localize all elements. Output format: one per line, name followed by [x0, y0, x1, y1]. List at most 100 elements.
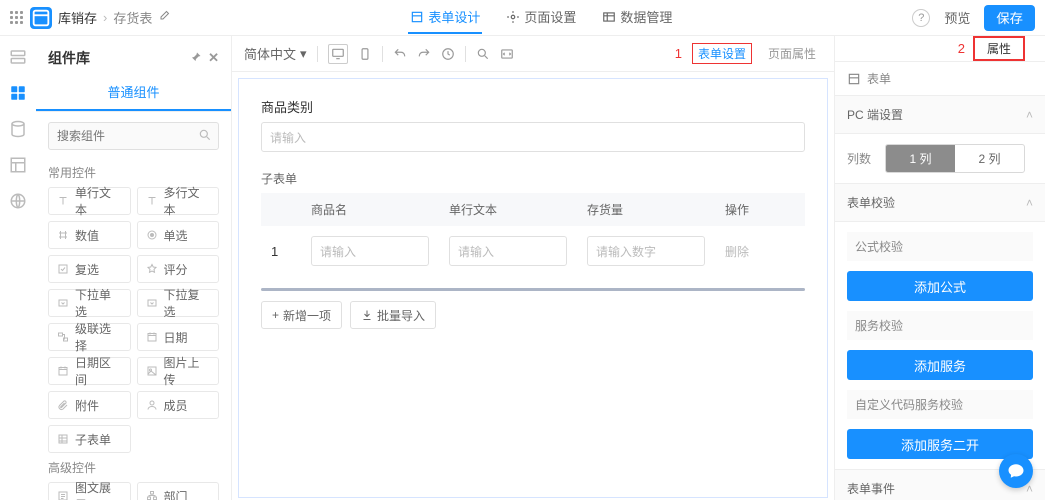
widget-图片上传[interactable]: 图片上传	[137, 357, 220, 385]
widget-成员[interactable]: 成员	[137, 391, 220, 419]
add-service2-button[interactable]: 添加服务二开	[847, 429, 1033, 459]
tab-form-design[interactable]: 表单设计	[408, 1, 482, 34]
text-icon	[57, 195, 69, 207]
widget-复选[interactable]: 复选	[48, 255, 131, 283]
widget-子表单[interactable]: 子表单	[48, 425, 131, 453]
widget-label: 单选	[164, 227, 188, 244]
canvas-area: 简体中文 ▾ 1 表单设置 页面属性 表单校验/事件等设置 商品类别 请输入 子…	[232, 36, 834, 500]
zoom-icon[interactable]	[476, 47, 490, 61]
widget-label: 评分	[164, 261, 188, 278]
library-section-title: 高级控件	[36, 455, 231, 476]
undo-icon[interactable]	[393, 47, 407, 61]
library-tab-normal[interactable]: 普通组件	[36, 74, 231, 111]
section-validate[interactable]: 表单校验˄	[835, 183, 1045, 222]
pin-icon[interactable]	[190, 51, 202, 66]
props-tab[interactable]: 属性	[973, 36, 1025, 61]
tab-label: 表单设计	[428, 7, 480, 26]
widget-单选[interactable]: 单选	[137, 221, 220, 249]
close-icon[interactable]: ✕	[208, 50, 219, 66]
column-segment: 1 列 2 列	[885, 144, 1025, 173]
widget-部门[interactable]: 部门	[137, 482, 220, 500]
widget-label: 日期	[164, 329, 188, 346]
widget-图文展示[interactable]: 图文展示	[48, 482, 131, 500]
widget-单行文本[interactable]: 单行文本	[48, 187, 131, 215]
help-icon[interactable]: ?	[912, 9, 930, 27]
table-row: 1 请输入 请输入 请输入数字 删除	[261, 226, 805, 276]
cell-input[interactable]: 请输入	[449, 236, 567, 266]
cell-input[interactable]: 请输入	[311, 236, 429, 266]
page-props-tab[interactable]: 页面属性	[762, 43, 822, 64]
col-1[interactable]: 1 列	[886, 145, 955, 172]
language-label: 简体中文	[244, 44, 296, 63]
language-select[interactable]: 简体中文 ▾	[244, 44, 307, 63]
widget-label: 图文展示	[75, 479, 122, 500]
widget-label: 单行文本	[75, 184, 122, 218]
user-icon	[146, 399, 158, 411]
preview-button[interactable]: 预览	[944, 8, 970, 27]
widget-数值[interactable]: 数值	[48, 221, 131, 249]
layout-icon[interactable]	[9, 156, 27, 174]
widget-评分[interactable]: 评分	[137, 255, 220, 283]
edit-icon[interactable]	[158, 10, 170, 25]
row-index: 1	[261, 236, 301, 267]
database-icon[interactable]	[9, 120, 27, 138]
widget-下拉复选[interactable]: 下拉复选	[137, 289, 220, 317]
tab-page-settings[interactable]: 页面设置	[504, 1, 578, 34]
code-icon[interactable]	[500, 47, 514, 61]
subform-table: 商品名 单行文本 存货量 操作 1 请输入 请输入 请输入数字 删除 + 新增一…	[261, 193, 805, 329]
apps-icon[interactable]	[10, 11, 24, 25]
form-settings-tab[interactable]: 表单设置	[692, 43, 752, 64]
search-icon[interactable]	[198, 128, 212, 145]
custom-service-label: 自定义代码服务校验	[847, 390, 1033, 419]
properties-panel: 2 属性 表单 PC 端设置˄ 列数 1 列 2 列 表单校验˄ 公式校验 添加…	[834, 36, 1045, 500]
widget-下拉单选[interactable]: 下拉单选	[48, 289, 131, 317]
widget-日期[interactable]: 日期	[137, 323, 220, 351]
widget-日期区间[interactable]: 日期区间	[48, 357, 131, 385]
chevron-up-icon: ˄	[1026, 196, 1033, 210]
col-op: 操作	[715, 193, 805, 226]
delete-row[interactable]: 删除	[725, 245, 749, 259]
save-button[interactable]: 保存	[984, 5, 1035, 31]
form-row[interactable]: 表单	[835, 62, 1045, 95]
tab-label: 页面设置	[524, 7, 576, 26]
bulk-import-button[interactable]: 批量导入	[350, 301, 436, 329]
add-service-button[interactable]: 添加服务	[847, 350, 1033, 380]
component-library: 组件库 ✕ 普通组件 常用控件单行文本多行文本数值单选复选评分下拉单选下拉复选级…	[36, 36, 232, 500]
history-icon[interactable]	[441, 47, 455, 61]
text-icon	[146, 195, 158, 207]
section-pc[interactable]: PC 端设置˄	[835, 95, 1045, 134]
col-2[interactable]: 2 列	[955, 145, 1024, 172]
grid-icon[interactable]	[9, 84, 27, 102]
left-rail	[0, 36, 36, 500]
rich-icon	[57, 490, 69, 500]
field-label: 商品类别	[261, 97, 805, 116]
form-canvas[interactable]: 商品类别 请输入 子表单 商品名 单行文本 存货量 操作 1 请输入 请输入 请…	[238, 78, 828, 498]
app-badge-icon[interactable]	[30, 7, 52, 29]
add-row-button[interactable]: + 新增一项	[261, 301, 342, 329]
cell-input[interactable]: 请输入数字	[587, 236, 705, 266]
widget-label: 数值	[75, 227, 99, 244]
chat-fab[interactable]	[999, 454, 1033, 488]
widget-多行文本[interactable]: 多行文本	[137, 187, 220, 215]
table-icon	[57, 433, 69, 445]
widget-附件[interactable]: 附件	[48, 391, 131, 419]
widget-label: 成员	[164, 397, 188, 414]
server-icon[interactable]	[9, 48, 27, 66]
chevron-up-icon: ˄	[1026, 108, 1033, 122]
canvas-toolbar: 简体中文 ▾ 1 表单设置 页面属性	[232, 36, 834, 72]
widget-级联选择[interactable]: 级联选择	[48, 323, 131, 351]
add-formula-button[interactable]: 添加公式	[847, 271, 1033, 301]
library-section-title: 常用控件	[36, 160, 231, 181]
redo-icon[interactable]	[417, 47, 431, 61]
widget-label: 级联选择	[75, 320, 122, 354]
header-tabs: 表单设计 页面设置 数据管理	[170, 1, 912, 34]
breadcrumb-root[interactable]: 库销存	[58, 8, 97, 27]
widget-label: 下拉单选	[75, 286, 122, 320]
field-input[interactable]: 请输入	[261, 122, 805, 152]
mobile-icon[interactable]	[358, 47, 372, 61]
sel-icon	[57, 297, 69, 309]
globe-icon[interactable]	[9, 192, 27, 210]
search-input[interactable]	[48, 122, 219, 150]
tab-data-manage[interactable]: 数据管理	[600, 1, 674, 34]
desktop-icon[interactable]	[328, 44, 348, 64]
